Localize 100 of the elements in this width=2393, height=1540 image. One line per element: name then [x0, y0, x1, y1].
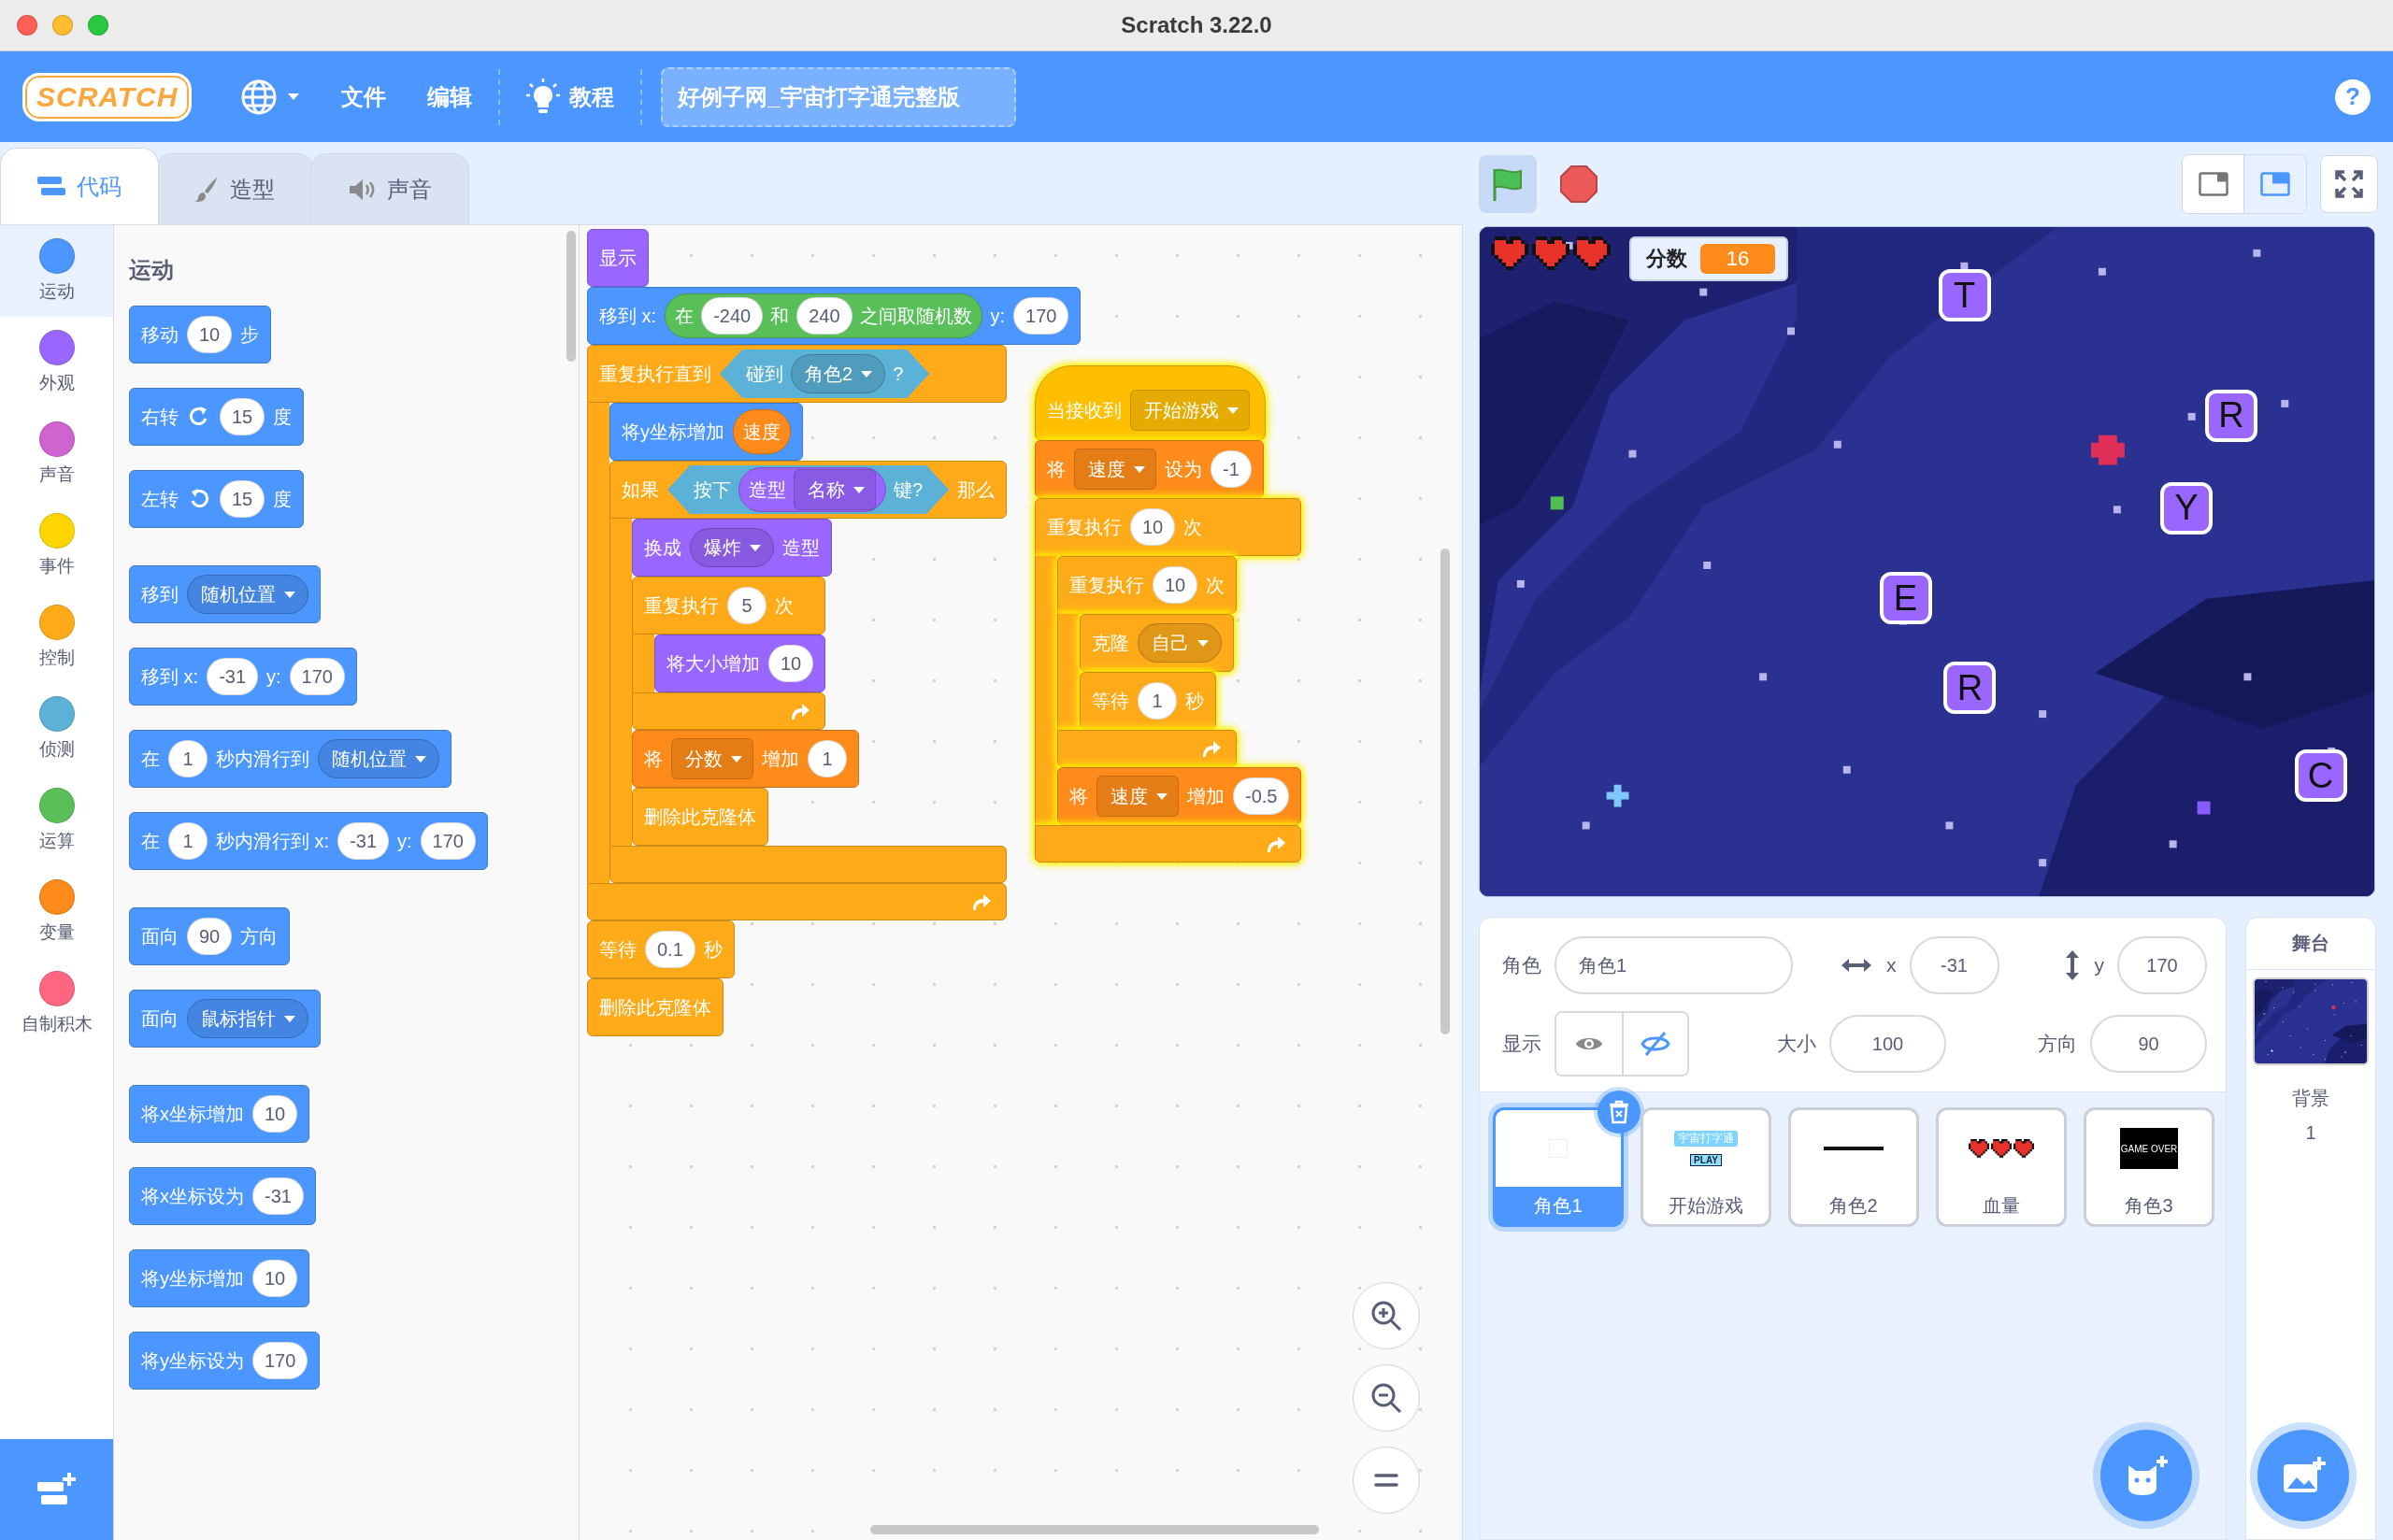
caret-icon — [414, 754, 427, 763]
code-block[interactable]: 移动 10 步 — [129, 306, 272, 364]
code-block[interactable]: 将 速度 增加 -0.5 — [1057, 767, 1302, 825]
window-close-button[interactable] — [17, 15, 37, 36]
number-input[interactable]: 15 — [220, 480, 265, 518]
code-block[interactable]: 移到 x: -31 y: 170 — [129, 648, 357, 706]
boolean-block[interactable]: 按下 造型 名称 键? — [667, 465, 950, 514]
start-flag-button[interactable] — [1479, 155, 1537, 213]
dropdown-menu[interactable]: 鼠标指针 — [187, 999, 308, 1038]
code-block[interactable]: 将 分数 增加 1 — [632, 730, 859, 788]
number-input[interactable]: 10 — [187, 316, 233, 353]
code-block[interactable]: 换成 爆炸 造型 — [632, 519, 832, 577]
direction-field[interactable]: 90 — [2090, 1015, 2207, 1073]
code-block[interactable]: 将y坐标增加 10 — [129, 1249, 310, 1307]
number-input[interactable]: -31 — [252, 1177, 304, 1215]
normal-stage-button[interactable] — [2244, 155, 2306, 213]
dropdown-menu[interactable]: 名称 — [794, 469, 876, 510]
number-input[interactable]: 170 — [252, 1342, 308, 1379]
number-input[interactable]: -1 — [1211, 450, 1252, 488]
code-block[interactable]: 在 1 秒内滑行到 随机位置 — [129, 730, 451, 788]
window-minimize-button[interactable] — [52, 15, 73, 36]
sprite-name-field[interactable]: 角色1 — [1555, 936, 1793, 994]
scrollbar[interactable] — [1440, 549, 1450, 1034]
caret-icon — [860, 369, 874, 378]
number-input[interactable]: 10 — [768, 645, 814, 682]
category-item[interactable]: 外观 — [0, 317, 113, 408]
code-block[interactable]: 显示 — [587, 229, 649, 287]
dropdown-menu[interactable]: 随机位置 — [187, 575, 308, 614]
number-input[interactable]: 240 — [796, 297, 853, 335]
number-input[interactable]: -31 — [337, 822, 390, 860]
code-block[interactable]: 如果 按下 造型 名称 键? 那么 — [609, 461, 1008, 519]
category-item[interactable]: 自制积木 — [0, 958, 113, 1049]
equals-icon — [1374, 1473, 1398, 1488]
number-input[interactable]: -240 — [701, 297, 764, 335]
number-input[interactable]: 170 — [289, 658, 345, 695]
scrollbar[interactable] — [566, 231, 576, 362]
size-field[interactable]: 100 — [1829, 1015, 1946, 1073]
sprite-tile[interactable]: 血量 — [1936, 1107, 2067, 1227]
window-zoom-button[interactable] — [88, 15, 108, 36]
number-input[interactable]: 1 — [1138, 682, 1177, 720]
hide-sprite-button[interactable] — [1622, 1013, 1687, 1075]
code-block[interactable]: 将x坐标增加 10 — [129, 1085, 310, 1143]
x-field[interactable]: -31 — [1909, 936, 1999, 994]
fullscreen-button[interactable] — [2320, 155, 2378, 213]
code-block[interactable]: 等待 1 秒 — [1080, 672, 1216, 730]
y-field[interactable]: 170 — [2117, 936, 2207, 994]
number-input[interactable]: 1 — [808, 740, 847, 777]
number-input[interactable]: 10 — [252, 1095, 298, 1133]
code-block[interactable]: 左转 15 度 — [129, 470, 305, 528]
category-item[interactable]: 控制 — [0, 592, 113, 683]
code-block[interactable]: 右转 15 度 — [129, 388, 305, 446]
category-item[interactable]: 运动 — [0, 225, 113, 317]
delete-sprite-button[interactable] — [1598, 1091, 1641, 1134]
code-block[interactable]: 在 1 秒内滑行到 x: -31 y: 170 — [129, 812, 488, 870]
add-extension-button[interactable] — [0, 1439, 113, 1540]
code-block[interactable]: 将x坐标设为 -31 — [129, 1167, 316, 1225]
code-block[interactable]: 面向 鼠标指针 — [129, 990, 321, 1048]
number-input[interactable]: -0.5 — [1233, 777, 1290, 815]
game-stage[interactable]: 分数 16 T R Y E R C — [1479, 226, 2375, 897]
code-block[interactable]: 重复执行 10 次 — [1057, 556, 1238, 614]
reporter-block[interactable]: 造型 名称 — [738, 467, 886, 512]
number-input[interactable]: 10 — [1130, 508, 1176, 546]
category-item[interactable]: 变量 — [0, 866, 113, 958]
editor-tab[interactable]: 声音 — [310, 153, 469, 224]
number-input[interactable]: 1 — [168, 822, 208, 860]
code-block[interactable]: 重复执行 5 次 — [632, 577, 826, 635]
number-input[interactable]: 10 — [1153, 566, 1198, 604]
number-input[interactable]: 0.1 — [645, 931, 695, 968]
sprite-tile[interactable]: 宇宙打字通 PLAY 开始游戏 — [1641, 1107, 1771, 1227]
code-block[interactable]: 将大小增加 10 — [654, 635, 826, 692]
number-input[interactable]: 170 — [420, 822, 476, 860]
scrollbar[interactable] — [870, 1525, 1319, 1534]
sprite-tile[interactable]: 角色2 — [1788, 1107, 1919, 1227]
number-input[interactable]: 1 — [168, 740, 208, 777]
category-item[interactable]: 运算 — [0, 775, 113, 866]
show-label: 显示 — [1502, 1032, 1541, 1056]
number-input[interactable]: 15 — [220, 398, 265, 435]
sprite-tile[interactable]: GAME OVER 角色3 — [2084, 1107, 2214, 1227]
code-block[interactable]: 重复执行 10 次 — [1035, 498, 1302, 556]
reporter-block[interactable]: 在 -240 和 240 之间取随机数 — [665, 293, 982, 338]
category-item[interactable]: 侦测 — [0, 683, 113, 775]
category-item[interactable]: 事件 — [0, 500, 113, 592]
number-input[interactable]: 90 — [187, 918, 233, 955]
code-block[interactable]: 移到 随机位置 — [129, 565, 321, 623]
letter-sprite: T — [1938, 269, 1991, 322]
code-block[interactable]: 将y坐标设为 170 — [129, 1332, 321, 1390]
category-heading: 运动 — [129, 256, 174, 284]
small-stage-button[interactable] — [2183, 155, 2244, 213]
category-item[interactable]: 声音 — [0, 408, 113, 500]
code-block[interactable]: 移到 x: 在 -240 和 240 之间取随机数 y: 170 — [587, 287, 1082, 345]
dropdown-menu[interactable]: 随机位置 — [318, 739, 439, 778]
code-block[interactable]: 等待 0.1 秒 — [587, 920, 735, 978]
dropdown-menu[interactable]: 爆炸 — [690, 528, 774, 567]
number-input[interactable]: 10 — [252, 1260, 298, 1297]
number-input[interactable]: 5 — [727, 587, 767, 624]
number-input[interactable]: -31 — [207, 658, 259, 695]
plus-sparkle-icon — [2271, 1049, 2273, 1052]
code-block[interactable]: 将 速度 设为 -1 — [1035, 440, 1264, 498]
code-block[interactable]: 面向 90 方向 — [129, 907, 291, 965]
number-input[interactable]: 170 — [1013, 297, 1069, 335]
